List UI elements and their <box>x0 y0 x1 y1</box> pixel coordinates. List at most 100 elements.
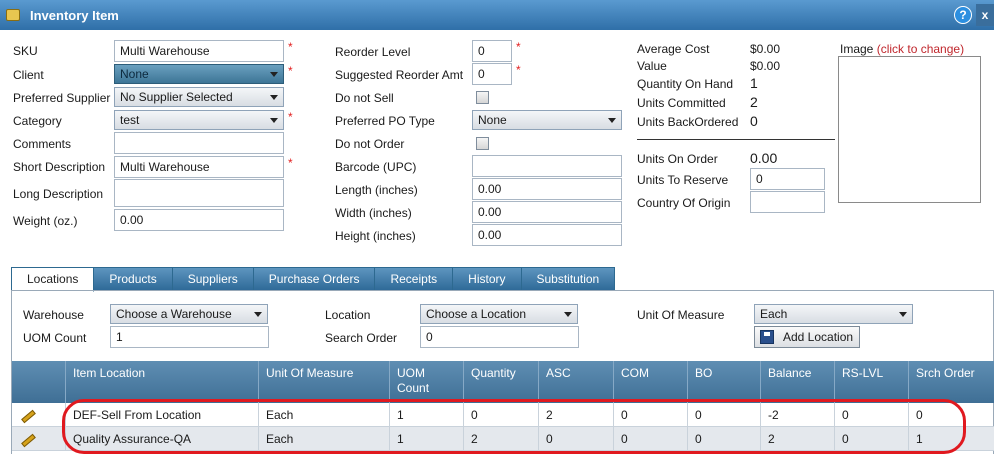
units-on-order-label: Units On Order <box>637 152 718 166</box>
table-row[interactable]: DEF-Sell From Location Each 1 0 2 0 0 -2… <box>12 403 994 427</box>
sku-input[interactable]: Multi Warehouse <box>114 40 284 62</box>
cell-srch-order: 1 <box>908 427 994 450</box>
preferred-po-select[interactable]: None <box>472 110 622 130</box>
reorder-level-input[interactable]: 0 <box>472 40 512 62</box>
cell-item-location: DEF-Sell From Location <box>65 403 258 426</box>
cell-unit-of-measure: Each <box>258 427 389 450</box>
chevron-down-icon <box>270 95 278 100</box>
cell-uom-count: 1 <box>389 403 463 426</box>
tab-locations[interactable]: Locations <box>11 267 95 292</box>
supplier-select[interactable]: No Supplier Selected <box>114 87 284 107</box>
do-not-order-label: Do not Order <box>335 137 405 151</box>
tab-products[interactable]: Products <box>93 267 173 291</box>
suggested-reorder-input[interactable]: 0 <box>472 63 512 85</box>
qty-on-hand-value: 1 <box>750 75 758 91</box>
client-select[interactable]: None <box>114 64 284 84</box>
category-label: Category <box>13 114 62 128</box>
unit-of-measure-select[interactable]: Each <box>754 304 913 324</box>
search-order-input[interactable]: 0 <box>420 326 579 348</box>
cell-balance: 2 <box>760 427 834 450</box>
cell-item-location: Quality Assurance-QA <box>65 427 258 450</box>
weight-input[interactable]: 0.00 <box>114 209 284 231</box>
length-input[interactable]: 0.00 <box>472 178 622 200</box>
barcode-label: Barcode (UPC) <box>335 160 417 174</box>
comments-label: Comments <box>13 137 72 151</box>
reorder-level-label: Reorder Level <box>335 45 411 59</box>
short-description-label: Short Description <box>13 160 106 174</box>
category-select[interactable]: test <box>114 110 284 130</box>
cell-com: 0 <box>613 403 687 426</box>
grid-header-uom-count[interactable]: UOM Count <box>389 361 463 403</box>
tab-receipts[interactable]: Receipts <box>374 267 454 291</box>
close-icon[interactable]: x <box>976 4 994 26</box>
pencil-icon[interactable] <box>19 432 33 446</box>
grid-header-asc[interactable]: ASC <box>538 361 613 403</box>
edit-cell[interactable] <box>12 427 65 450</box>
units-committed-label: Units Committed <box>637 96 726 110</box>
tab-history[interactable]: History <box>452 267 522 291</box>
grid-header-item-location[interactable]: Item Location <box>65 361 258 403</box>
sku-required-mark: * <box>288 40 293 54</box>
sku-label: SKU <box>13 44 38 58</box>
barcode-input[interactable] <box>472 155 622 177</box>
cell-com: 0 <box>613 427 687 450</box>
window-icon <box>6 9 20 21</box>
locations-grid: Item Location Unit Of Measure UOM Count … <box>12 361 994 451</box>
location-select[interactable]: Choose a Location <box>420 304 578 324</box>
image-label: Image (click to change) <box>840 42 964 56</box>
pencil-icon[interactable] <box>19 408 33 422</box>
do-not-sell-checkbox[interactable] <box>476 91 489 104</box>
warehouse-select[interactable]: Choose a Warehouse <box>110 304 268 324</box>
cell-rs-lvl: 0 <box>834 403 908 426</box>
chevron-down-icon <box>270 118 278 123</box>
grid-header-rs-lvl[interactable]: RS-LVL <box>834 361 908 403</box>
help-icon[interactable]: ? <box>954 6 972 24</box>
do-not-order-checkbox[interactable] <box>476 137 489 150</box>
grid-header-com[interactable]: COM <box>613 361 687 403</box>
tab-substitution[interactable]: Substitution <box>520 267 616 291</box>
client-label: Client <box>13 68 44 82</box>
image-label-text: Image <box>840 42 874 56</box>
location-select-value: Choose a Location <box>426 307 527 321</box>
width-input[interactable]: 0.00 <box>472 201 622 223</box>
short-description-required-mark: * <box>288 156 293 170</box>
long-description-input[interactable] <box>114 179 284 207</box>
preferred-po-select-value: None <box>478 113 507 127</box>
cell-asc: 0 <box>538 427 613 450</box>
grid-header-edit <box>12 361 65 403</box>
tab-purchase-orders[interactable]: Purchase Orders <box>252 267 376 291</box>
country-of-origin-input[interactable] <box>750 191 825 213</box>
chevron-down-icon <box>899 312 907 317</box>
tab-suppliers[interactable]: Suppliers <box>171 267 254 291</box>
item-image[interactable] <box>838 56 981 203</box>
chevron-down-icon <box>608 118 616 123</box>
units-to-reserve-input[interactable]: 0 <box>750 168 825 190</box>
reorder-level-required-mark: * <box>516 40 521 54</box>
cell-rs-lvl: 0 <box>834 427 908 450</box>
height-input[interactable]: 0.00 <box>472 224 622 246</box>
table-row[interactable]: Quality Assurance-QA Each 1 2 0 0 0 2 0 … <box>12 427 994 451</box>
grid-header-srch-order[interactable]: Srch Order <box>908 361 994 403</box>
add-location-button[interactable]: Add Location <box>754 326 861 348</box>
supplier-label: Preferred Supplier <box>13 91 111 105</box>
grid-header-unit-of-measure[interactable]: Unit Of Measure <box>258 361 389 403</box>
long-description-label: Long Description <box>13 187 104 201</box>
short-description-input[interactable]: Multi Warehouse <box>114 156 284 178</box>
comments-input[interactable] <box>114 132 284 154</box>
do-not-sell-label: Do not Sell <box>335 91 394 105</box>
chevron-down-icon <box>270 72 278 77</box>
grid-header: Item Location Unit Of Measure UOM Count … <box>12 361 994 403</box>
country-of-origin-label: Country Of Origin <box>637 196 731 210</box>
qty-on-hand-label: Quantity On Hand <box>637 77 734 91</box>
grid-header-balance[interactable]: Balance <box>760 361 834 403</box>
height-label: Height (inches) <box>335 229 416 243</box>
save-disk-icon <box>760 330 774 344</box>
grid-header-bo[interactable]: BO <box>687 361 760 403</box>
units-committed-value: 2 <box>750 94 758 110</box>
cell-bo: 0 <box>687 403 760 426</box>
grid-header-quantity[interactable]: Quantity <box>463 361 538 403</box>
uom-count-input[interactable]: 1 <box>110 326 269 348</box>
image-change-link[interactable]: (click to change) <box>877 42 964 56</box>
edit-cell[interactable] <box>12 403 65 426</box>
average-cost-label: Average Cost <box>637 42 710 56</box>
